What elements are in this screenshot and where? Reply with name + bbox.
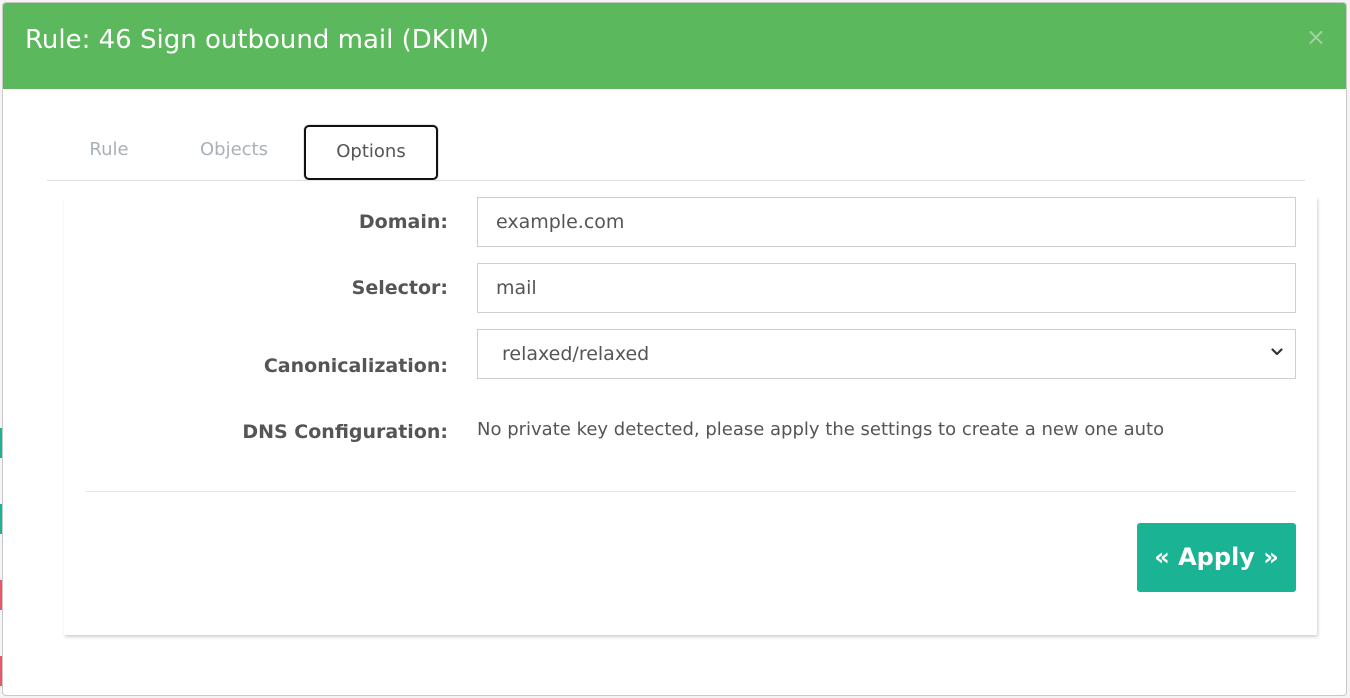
selector-field[interactable]: mail [477, 263, 1296, 313]
selector-label: Selector: [351, 277, 448, 299]
options-panel: Domain: example.com Selector: mail Canon… [64, 197, 1317, 635]
canonicalization-value: relaxed/relaxed [502, 343, 650, 365]
dialog-header: Rule: 46 Sign outbound mail (DKIM) × [3, 3, 1346, 89]
tab-rule[interactable]: Rule [77, 123, 141, 179]
tab-objects[interactable]: Objects [193, 123, 275, 179]
chevron-down-icon [1271, 348, 1283, 356]
tab-options[interactable]: Options [304, 125, 438, 180]
tab-bar: Rule Objects Options [47, 123, 1305, 181]
canonicalization-select[interactable]: relaxed/relaxed [477, 329, 1296, 379]
canonicalization-label: Canonicalization: [263, 355, 448, 377]
dns-configuration-text: No private key detected, please apply th… [477, 419, 1165, 440]
dns-configuration-label: DNS Configuration: [242, 421, 448, 443]
divider [86, 491, 1296, 492]
domain-field[interactable]: example.com [477, 197, 1296, 247]
apply-button[interactable]: « Apply » [1137, 523, 1296, 592]
dialog-title: Rule: 46 Sign outbound mail (DKIM) [25, 25, 490, 55]
close-icon[interactable]: × [1306, 25, 1326, 49]
domain-label: Domain: [358, 211, 448, 233]
rule-dialog: Rule: 46 Sign outbound mail (DKIM) × Rul… [2, 2, 1347, 696]
